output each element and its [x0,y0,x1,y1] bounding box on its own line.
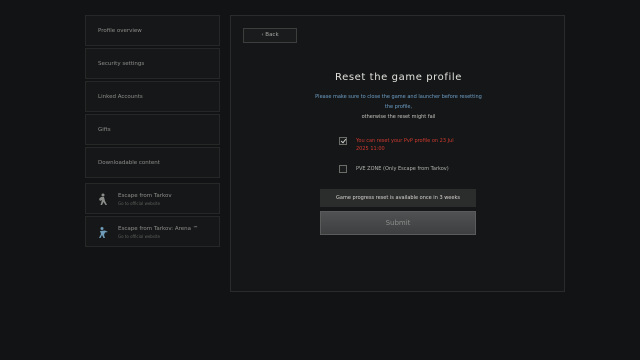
option-label-line: 2025 11:00 [356,146,385,152]
game-title: Escape from Tarkov: Arena ™ [118,226,199,232]
sidebar-item-profile-overview[interactable]: Profile overview [85,15,220,46]
instruction-line: Please make sure to close the game and l… [315,94,482,100]
game-link-tarkov[interactable]: Escape from Tarkov Go to official websit… [85,183,220,214]
option-label-line: You can reset your PvP profile on 23 Jul [356,138,454,144]
page-title: Reset the game profile [334,72,463,83]
instruction-warning: otherwise the reset might fail [361,114,436,120]
sidebar-item-security-settings[interactable]: Security settings [85,48,220,79]
sidebar-item-label: Linked Accounts [98,94,143,100]
reset-cooldown-notice: Game progress reset is available once in… [320,189,476,207]
sidebar-item-gifts[interactable]: Gifts [85,114,220,145]
reset-instructions: Please make sure to close the game and l… [231,92,566,122]
sidebar-item-label: Profile overview [98,28,142,34]
game-link-arena[interactable]: Escape from Tarkov: Arena ™ Go to offici… [85,216,220,247]
submit-button[interactable]: Submit [320,211,476,235]
sidebar-item-label: Security settings [98,61,145,67]
game-website-link[interactable]: Go to official website [118,201,160,206]
pvp-reset-label: You can reset your PvP profile on 23 Jul… [356,137,454,153]
pve-zone-checkbox[interactable] [339,165,347,173]
sidebar-item-linked-accounts[interactable]: Linked Accounts [85,81,220,112]
sidebar-item-label: Downloadable content [98,160,160,166]
pve-zone-label: PVE ZONE (Only Escape from Tarkov) [356,166,449,172]
sidebar-item-label: Gifts [98,127,111,133]
arena-game-icon [99,227,108,238]
tarkov-game-icon [99,193,107,205]
reset-profile-panel: ‹ Back Reset the game profile Please mak… [230,15,565,292]
back-button[interactable]: ‹ Back [243,28,297,43]
pvp-reset-checkbox[interactable] [339,137,347,145]
sidebar-item-downloadable-content[interactable]: Downloadable content [85,147,220,178]
game-title: Escape from Tarkov [118,193,172,199]
game-website-link[interactable]: Go to official website [118,234,160,239]
instruction-line: the profile, [384,104,413,110]
